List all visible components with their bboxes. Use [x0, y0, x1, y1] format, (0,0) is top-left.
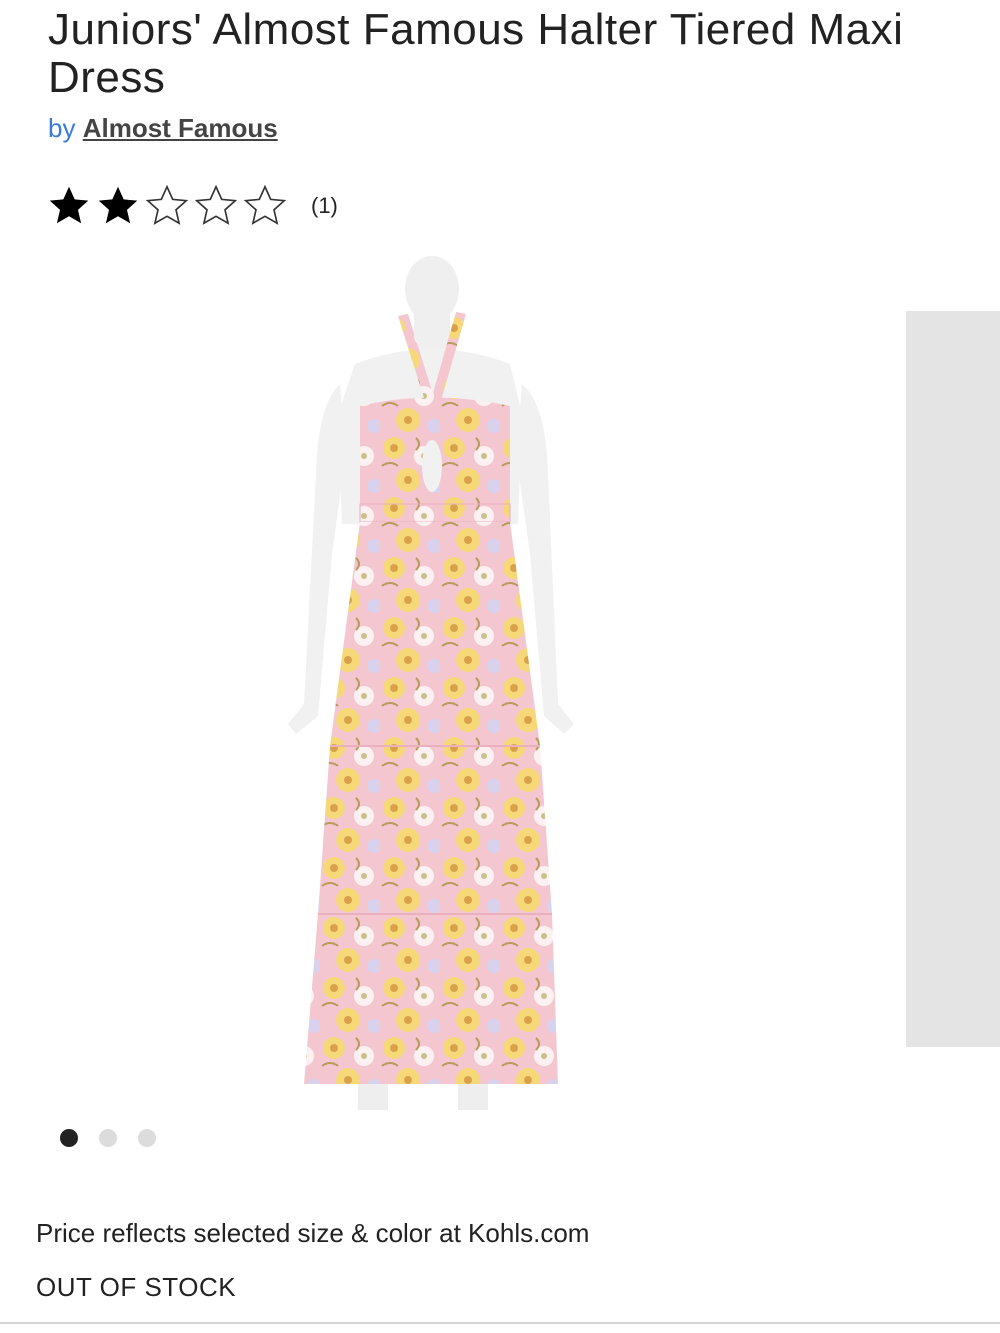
by-label: by	[48, 113, 76, 143]
next-image-preview[interactable]	[906, 311, 1000, 1047]
star-rating[interactable]: (1)	[46, 182, 338, 230]
star-empty-icon	[145, 184, 189, 225]
price-note: Price reflects selected size & color at …	[36, 1218, 590, 1248]
stock-status: OUT OF STOCK	[36, 1272, 237, 1302]
star-filled-icon	[49, 186, 89, 224]
divider	[0, 1322, 1000, 1324]
product-image[interactable]	[260, 254, 600, 1110]
star-filled-icon	[98, 186, 138, 224]
star-empty-icon	[194, 184, 238, 225]
brand-byline: by Almost Famous	[48, 112, 278, 144]
pagination-dot-1[interactable]	[60, 1129, 78, 1147]
product-title: Juniors' Almost Famous Halter Tiered Max…	[48, 5, 904, 102]
pagination-dot-3[interactable]	[138, 1129, 156, 1147]
review-count[interactable]: (1)	[311, 193, 338, 219]
brand-link[interactable]: Almost Famous	[83, 113, 278, 143]
pagination-dot-2[interactable]	[99, 1129, 117, 1147]
carousel-pagination[interactable]	[60, 1129, 177, 1147]
star-empty-icon	[243, 184, 287, 225]
product-image-carousel[interactable]	[0, 246, 1000, 1126]
